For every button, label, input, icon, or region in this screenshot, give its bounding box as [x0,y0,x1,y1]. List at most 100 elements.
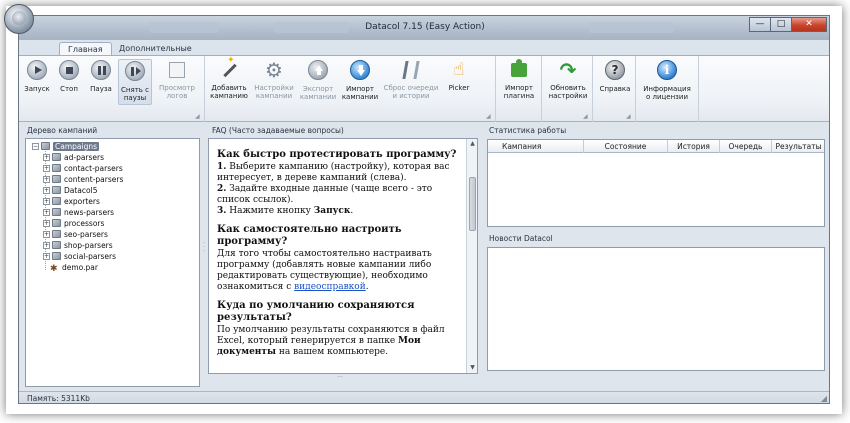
expand-icon[interactable]: + [43,209,50,216]
resize-grip-icon[interactable]: ◢ [821,394,827,403]
tree-folder-label: exporters [64,197,100,206]
minimize-button[interactable]: — [749,17,771,32]
expand-icon[interactable]: + [43,253,50,260]
pause-button[interactable]: Пауза [86,59,116,93]
faq-q3-title: Куда по умолчанию сохраняются результаты… [217,300,415,323]
col-results[interactable]: Результаты [772,140,825,153]
refresh-icon: ↷ [559,58,577,82]
tree-folder-item[interactable]: + processors [43,218,104,229]
help-button[interactable]: ? Справка [596,59,634,93]
memory-status: Память: 5311Kb [27,394,90,403]
ribbon: Запуск Стоп Пауза Снять с паузы Просмотр… [19,55,829,122]
expand-icon[interactable]: + [43,165,50,172]
expand-icon[interactable]: + [43,187,50,194]
group-launcher-icon[interactable]: ◢ [583,114,589,120]
window-controls: — □ ✕ [749,17,827,32]
tree-folder-label: Datacol5 [64,186,98,195]
ribbon-group-campaigns: Добавить кампанию ⚙ Настройки кампании Э… [206,56,496,122]
tree-folder-item[interactable]: + news-parsers [43,207,114,218]
col-queue[interactable]: Очередь [720,140,772,153]
folder-icon [52,252,61,260]
campaign-settings-label-2: кампании [255,92,293,100]
collapse-icon[interactable]: − [32,143,39,150]
tree-folder-item[interactable]: + shop-parsers [43,240,113,251]
tree-folder-item[interactable]: + social-parsers [43,251,116,262]
tree-folder-label: shop-parsers [64,241,113,250]
add-campaign-button[interactable]: Добавить кампанию [208,59,250,100]
tab-home[interactable]: Главная [59,42,112,56]
folder-icon [41,142,50,150]
reset-queue-button[interactable]: Сброс очереди и истории [382,59,440,100]
tree-folder-item[interactable]: + exporters [43,196,100,207]
tree-folder-label: contact-parsers [64,164,123,173]
ribbon-group-license: i Информация о лицензии [637,56,699,122]
news-panel: Новости Datacol [485,232,827,388]
folder-icon [52,186,61,194]
faq-scrollbar[interactable]: ▲ ▼ [466,139,477,373]
tree-folder-item[interactable]: + content-parsers [43,174,123,185]
export-campaign-button[interactable]: Экспорт кампании [298,59,338,101]
col-campaign[interactable]: Кампания [488,140,584,153]
faq-q3-text: По умолчанию результаты сохраняются в фа… [217,325,445,357]
view-logs-button[interactable]: Просмотр логов [157,59,197,100]
faq-q1-title: Как быстро протестировать программу? [217,149,457,160]
reset-icon [402,61,420,79]
gear-icon: ⚙ [265,58,283,82]
folder-icon [52,164,61,172]
campaign-settings-button[interactable]: ⚙ Настройки кампании [252,59,296,100]
resume-label-1: Снять с [121,86,149,94]
help-label: Справка [599,85,631,93]
picker-button[interactable]: ☝ Picker [444,59,474,92]
scroll-thumb[interactable] [469,177,476,231]
ribbon-group-update: ↷ Обновить настройки ◢ [543,56,593,122]
expand-icon[interactable]: + [43,176,50,183]
title-bar[interactable]: Datacol 7.15 (Easy Action) — □ ✕ [19,16,829,40]
update-settings-button[interactable]: ↷ Обновить настройки [546,59,590,100]
video-help-link[interactable]: видеосправкой [294,282,366,292]
expand-icon[interactable]: + [43,198,50,205]
reset-queue-label-1: Сброс очереди [383,84,439,92]
faq-block-1: Как быстро протестировать программу? 1. … [217,149,461,217]
license-info-button[interactable]: i Информация о лицензии [639,59,695,101]
tree-root-campaigns[interactable]: − Campaigns [32,141,100,152]
import-plugin-button[interactable]: Импорт плагина [499,59,539,100]
campaign-settings-label-1: Настройки [254,84,294,92]
start-label: Запуск [24,85,50,93]
import-campaign-label-1: Импорт [346,85,374,93]
tree-folder-label: seo-parsers [64,230,108,239]
resume-icon [125,61,145,81]
update-settings-label-2: настройки [548,92,588,100]
import-campaign-button[interactable]: Импорт кампании [340,59,380,101]
expand-icon[interactable]: + [43,231,50,238]
scroll-up-icon[interactable]: ▲ [467,139,478,149]
group-launcher-icon[interactable]: ◢ [486,114,492,120]
expand-icon[interactable]: + [43,154,50,161]
col-state[interactable]: Состояние [584,140,668,153]
resume-button[interactable]: Снять с паузы [118,59,152,105]
start-button[interactable]: Запуск [22,59,52,93]
close-button[interactable]: ✕ [791,17,827,32]
app-menu-orb[interactable] [4,4,34,34]
tree-folder-item[interactable]: + Datacol5 [43,185,97,196]
group-launcher-icon[interactable]: ◢ [626,114,632,120]
stop-button[interactable]: Стоп [54,59,84,93]
maximize-button[interactable]: □ [770,17,792,32]
expand-icon[interactable]: + [43,242,50,249]
tree-folder-item[interactable]: + ad-parsers [43,152,104,163]
col-history[interactable]: История [668,140,720,153]
tree-folder-item[interactable]: + seo-parsers [43,229,108,240]
scroll-down-icon[interactable]: ▼ [467,363,478,373]
group-launcher-icon[interactable]: ◢ [195,114,201,120]
campaign-tree[interactable]: − Campaigns + ad-parsers + contact-parsers + c… [25,138,200,387]
tree-file-item[interactable]: ✱ demo.par [50,262,98,274]
tab-additional[interactable]: Дополнительные [111,42,200,56]
campaign-tree-header: Дерево кампаний [27,126,98,135]
splitter-handle[interactable]: ··· [203,241,207,255]
stats-grid-header: Кампания Состояние История Очередь Резул… [488,140,824,153]
tree-file-label: demo.par [62,263,98,272]
splitter-handle[interactable]: ··· [337,375,351,381]
tree-folder-item[interactable]: + contact-parsers [43,163,123,174]
license-info-label-2: о лицензии [646,93,688,101]
expand-icon[interactable]: + [43,220,50,227]
campaign-file-icon: ✱ [50,264,58,274]
